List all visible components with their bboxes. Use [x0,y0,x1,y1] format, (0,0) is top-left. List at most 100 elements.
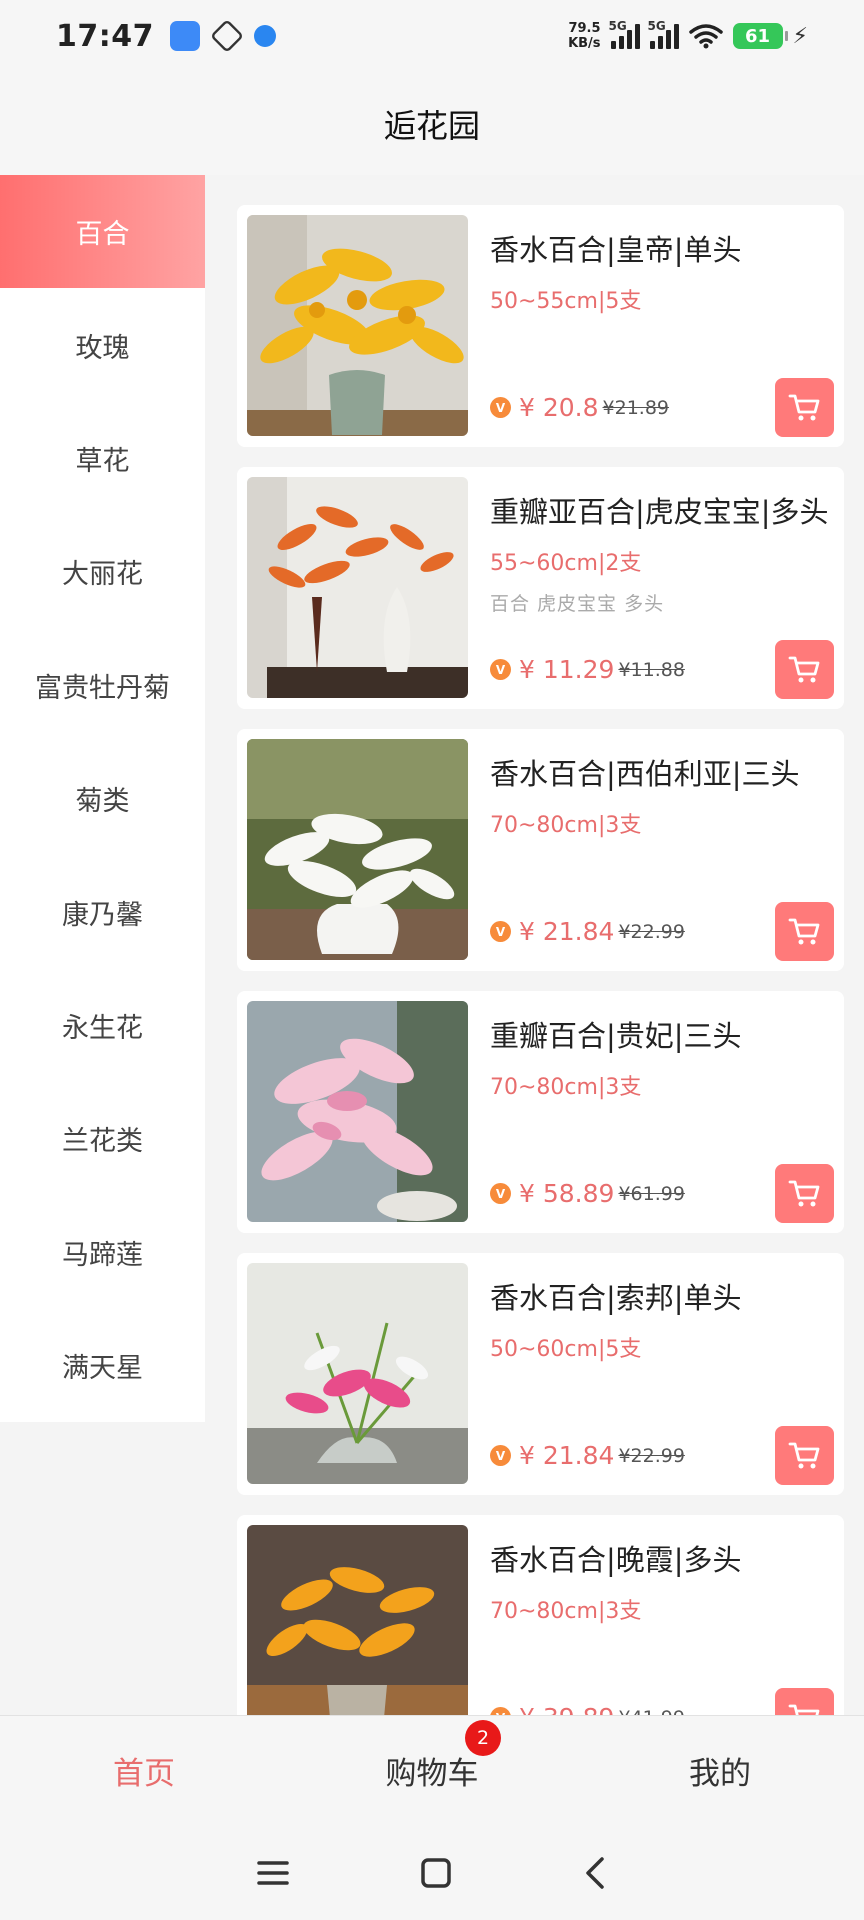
product-card[interactable]: 重瓣百合|贵妃|三头 70~80cm|3支 V ¥ 58.89 ¥61.99 [237,991,844,1233]
product-original-price: ¥22.99 [618,920,685,943]
product-card[interactable]: 香水百合|索邦|单头 50~60cm|5支 V ¥ 21.84 ¥22.99 [237,1253,844,1495]
category-sidebar: 百合 玫瑰 草花 大丽花 富贵牡丹菊 菊类 康乃馨 永生花 兰花类 马蹄莲 满天… [0,175,205,1422]
product-price: ¥ 21.84 [519,1441,615,1470]
sidebar-item-orchid[interactable]: 兰花类 [0,1082,205,1195]
signal-icon-2: 5G [648,19,679,49]
status-time: 17:47 [56,18,154,54]
product-card[interactable]: 香水百合|皇帝|单头 50~55cm|5支 V ¥ 20.8 ¥21.89 [237,205,844,447]
add-to-cart-button[interactable] [775,1688,834,1715]
home-square-icon[interactable] [420,1857,452,1889]
wifi-icon [688,24,723,49]
product-name: 重瓣百合|贵妃|三头 [490,1019,742,1053]
tab-home[interactable]: 首页 [0,1716,288,1825]
system-navigation-bar [0,1825,864,1920]
product-spec: 70~80cm|3支 [490,813,642,838]
sidebar-item-herbaceous[interactable]: 草花 [0,402,205,515]
cart-icon [788,656,819,682]
product-spec: 70~80cm|3支 [490,1075,642,1100]
product-spec: 70~80cm|3支 [490,1599,642,1624]
tab-cart-label: 购物车 [385,1756,479,1792]
charging-icon: ⚡ [792,23,808,49]
tab-cart[interactable]: 购物车 2 [288,1716,576,1825]
product-image[interactable] [247,739,468,960]
sidebar-item-calla-lily[interactable]: 马蹄莲 [0,1196,205,1309]
product-original-price: ¥11.88 [618,658,685,681]
sidebar-item-lily[interactable]: 百合 [0,175,205,289]
add-to-cart-button[interactable] [775,640,834,699]
product-spec: 55~60cm|2支 [490,551,642,576]
page-header: 逅花园 [0,72,864,175]
product-info: 香水百合|晚霞|多头 70~80cm|3支 V ¥ 39.89 ¥41.99 [490,1525,834,1715]
status-indicators: 79.5 KB/s 5G 5G 61 ⚡ [568,19,808,51]
price-row: V ¥ 21.84 ¥22.99 [490,1441,685,1470]
product-card[interactable]: 香水百合|晚霞|多头 70~80cm|3支 V ¥ 39.89 ¥41.99 [237,1515,844,1715]
product-image[interactable] [247,1263,468,1484]
sidebar-item-babys-breath[interactable]: 满天星 [0,1309,205,1422]
product-image[interactable] [247,1001,468,1222]
diamond-app-icon [210,19,244,53]
product-price: ¥ 21.84 [519,917,615,946]
product-original-price: ¥61.99 [618,1182,685,1205]
app-notification-icon [170,21,200,51]
product-original-price: ¥22.99 [618,1444,685,1467]
product-name: 香水百合|皇帝|单头 [490,233,742,267]
sidebar-item-peony-chrysanthemum[interactable]: 富贵牡丹菊 [0,629,205,742]
price-row: V ¥ 20.8 ¥21.89 [490,393,669,422]
sidebar-item-dahlia[interactable]: 大丽花 [0,515,205,628]
product-price: ¥ 58.89 [519,1179,615,1208]
product-image[interactable] [247,215,468,436]
product-tags: 百合 虎皮宝宝 多头 [490,593,665,615]
battery-icon: 61 [732,23,788,49]
product-image[interactable] [247,477,468,698]
sidebar-item-rose[interactable]: 玫瑰 [0,288,205,401]
notification-icons [170,19,276,53]
vip-icon: V [490,1445,511,1466]
product-spec: 50~55cm|5支 [490,289,642,314]
product-name: 香水百合|西伯利亚|三头 [490,757,800,791]
price-row: V ¥ 58.89 ¥61.99 [490,1179,685,1208]
add-to-cart-button[interactable] [775,902,834,961]
product-card[interactable]: 重瓣亚百合|虎皮宝宝|多头 55~60cm|2支 百合 虎皮宝宝 多头 V ¥ … [237,467,844,709]
vip-icon: V [490,659,511,680]
back-icon[interactable] [582,1856,608,1890]
vip-icon: V [490,921,511,942]
cart-icon [788,1180,819,1206]
product-name: 香水百合|索邦|单头 [490,1281,742,1315]
add-to-cart-button[interactable] [775,378,834,437]
menu-icon[interactable] [256,1858,290,1888]
sidebar-item-carnation[interactable]: 康乃馨 [0,855,205,968]
cart-icon [788,1704,819,1715]
signal-icon-1: 5G [609,19,640,49]
product-original-price: ¥21.89 [602,396,670,419]
cart-count-badge: 2 [465,1720,501,1756]
sidebar-item-preserved-flower[interactable]: 永生花 [0,969,205,1082]
product-image[interactable] [247,1525,468,1715]
bottom-tab-bar: 首页 购物车 2 我的 [0,1715,864,1825]
product-price: ¥ 20.8 [519,393,599,422]
vip-icon: V [490,397,511,418]
product-name: 重瓣亚百合|虎皮宝宝|多头 [490,495,829,529]
sidebar-item-chrysanthemum[interactable]: 菊类 [0,742,205,855]
add-to-cart-button[interactable] [775,1426,834,1485]
price-row: V ¥ 21.84 ¥22.99 [490,917,685,946]
product-price: ¥ 39.89 [519,1703,614,1715]
price-row: V ¥ 11.29 ¥11.88 [490,655,685,684]
add-to-cart-button[interactable] [775,1164,834,1223]
cart-icon [788,394,819,420]
browser-app-icon [254,25,276,47]
page-title: 逅花园 [383,106,480,145]
vip-icon: V [490,1183,511,1204]
vip-icon: V [490,1707,511,1715]
product-name: 香水百合|晚霞|多头 [490,1543,742,1577]
network-speed: 79.5 KB/s [568,21,601,51]
product-price: ¥ 11.29 [519,655,615,684]
product-spec: 50~60cm|5支 [490,1337,642,1362]
product-list: 香水百合|皇帝|单头 50~55cm|5支 V ¥ 20.8 ¥21.89 重瓣… [237,205,844,1715]
cart-icon [788,918,819,944]
product-original-price: ¥41.99 [618,1707,684,1716]
cart-icon [788,1442,819,1468]
price-row: V ¥ 39.89 ¥41.99 [490,1703,685,1715]
status-bar: 17:47 79.5 KB/s 5G 5G 61 ⚡ [0,0,864,72]
tab-mine[interactable]: 我的 [576,1716,864,1825]
product-card[interactable]: 香水百合|西伯利亚|三头 70~80cm|3支 V ¥ 21.84 ¥22.99 [237,729,844,971]
